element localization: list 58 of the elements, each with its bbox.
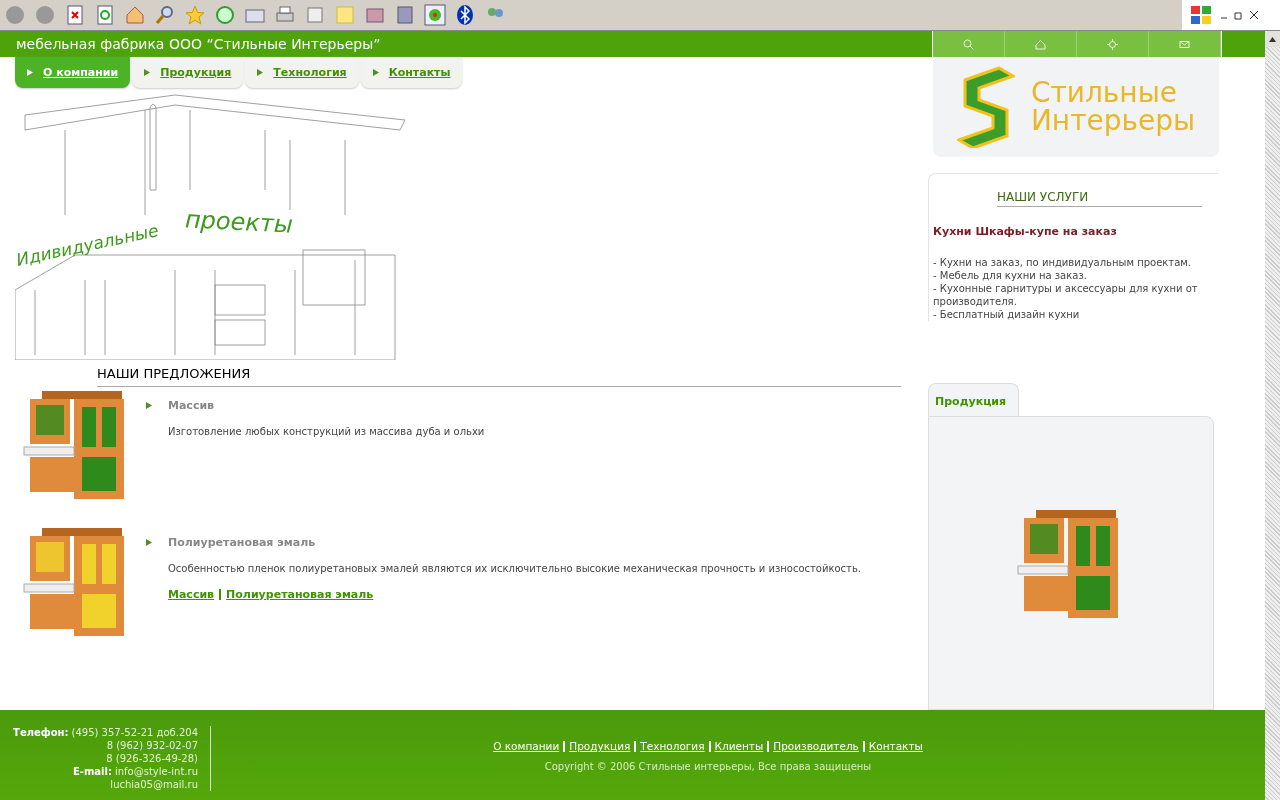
logo-text: Интерьеры — [1030, 107, 1196, 135]
offer-link[interactable]: Полиуретановая эмаль — [226, 588, 374, 601]
offer-description: Особенностью пленок полиуретановых эмалей являются их исключительно высокие механическая прочность и износостойкость. — [168, 563, 861, 574]
home-icon[interactable] — [124, 4, 146, 26]
contact-value: 8 (926-326-49-28) — [106, 752, 198, 765]
windows-flag-icon — [1190, 5, 1212, 25]
nav-tab[interactable]: Технология — [245, 57, 359, 88]
stop-icon[interactable] — [64, 4, 86, 26]
footer-link[interactable]: Контакты — [868, 740, 923, 752]
offer-link[interactable]: Массив — [168, 588, 215, 601]
star-icon[interactable] — [184, 4, 206, 26]
contact-label: E-mail: — [72, 765, 112, 778]
contact-value: info@style-int.ru — [115, 765, 198, 778]
search-icon[interactable] — [154, 4, 176, 26]
services-subtitle: Кухни Шкафы-купе на заказ — [933, 225, 1118, 238]
bluetooth-icon[interactable] — [454, 4, 476, 26]
nav-tab[interactable]: О компании — [15, 57, 131, 88]
footer-link[interactable]: Продукция — [569, 740, 631, 752]
service-item: - Бесплатный дизайн кухни — [933, 308, 1081, 321]
logo-text: Стильные — [1030, 79, 1178, 107]
bullet-icon — [146, 539, 152, 546]
contact-value: 8 (962) 932-02-07 — [106, 739, 198, 752]
note-icon[interactable] — [334, 4, 356, 26]
section-title: НАШИ УСЛУГИ — [997, 190, 1202, 207]
flower-icon[interactable] — [424, 4, 446, 26]
bullet-icon — [372, 69, 379, 76]
refresh-icon[interactable] — [94, 4, 116, 26]
bullet-icon — [27, 69, 33, 76]
service-item: - Мебель для кухни на заказ. — [933, 269, 1088, 282]
scrollbar[interactable] — [1265, 31, 1280, 800]
copyright: Copyright © 2006 Стильные интерьеры, Все права защищены — [544, 761, 872, 772]
search-icon[interactable] — [963, 38, 974, 50]
arrow-up-icon[interactable] — [1269, 36, 1276, 42]
offer-title: Массив — [168, 399, 215, 412]
site-title: мебельная фабрика ООО “Стильные Интерьеры” — [15, 36, 381, 52]
footer-link[interactable]: Клиенты — [714, 740, 764, 752]
contact-label: Телефон: — [13, 726, 69, 739]
offer-title: Полиуретановая эмаль — [168, 536, 316, 549]
footer-link[interactable]: Производитель — [773, 740, 859, 752]
nav-tab[interactable]: Продукция — [132, 57, 244, 88]
footer-link[interactable]: Технология — [640, 740, 705, 752]
logo-icon — [956, 66, 1015, 148]
products-tab[interactable]: Продукция — [928, 383, 1020, 416]
contact-value: (495) 357-52-21 доб.204 — [71, 726, 198, 739]
nav-tab[interactable]: Контакты — [360, 57, 463, 88]
contact-value: luchia05@mail.ru — [110, 778, 198, 791]
bullet-icon — [146, 402, 152, 409]
bullet-icon — [144, 69, 151, 76]
service-item: - Кухни на заказ, по индивидуальным проектам. — [933, 256, 1193, 269]
home-icon[interactable] — [1035, 38, 1046, 50]
offer-description: Изготовление любых конструкций из массива дуба и ольхи — [168, 426, 485, 437]
service-item: - Кухонные гарнитуры и аксессуары для кухни от производителя. — [933, 282, 1199, 308]
banner-text: проекты — [184, 205, 294, 239]
section-title: НАШИ ПРЕДЛОЖЕНИЯ — [97, 360, 901, 387]
bullet-icon — [257, 69, 264, 76]
footer-link[interactable]: О компании — [493, 740, 560, 752]
crosshair-icon[interactable] — [1107, 38, 1118, 50]
window-buttons-icon[interactable] — [1220, 10, 1260, 20]
